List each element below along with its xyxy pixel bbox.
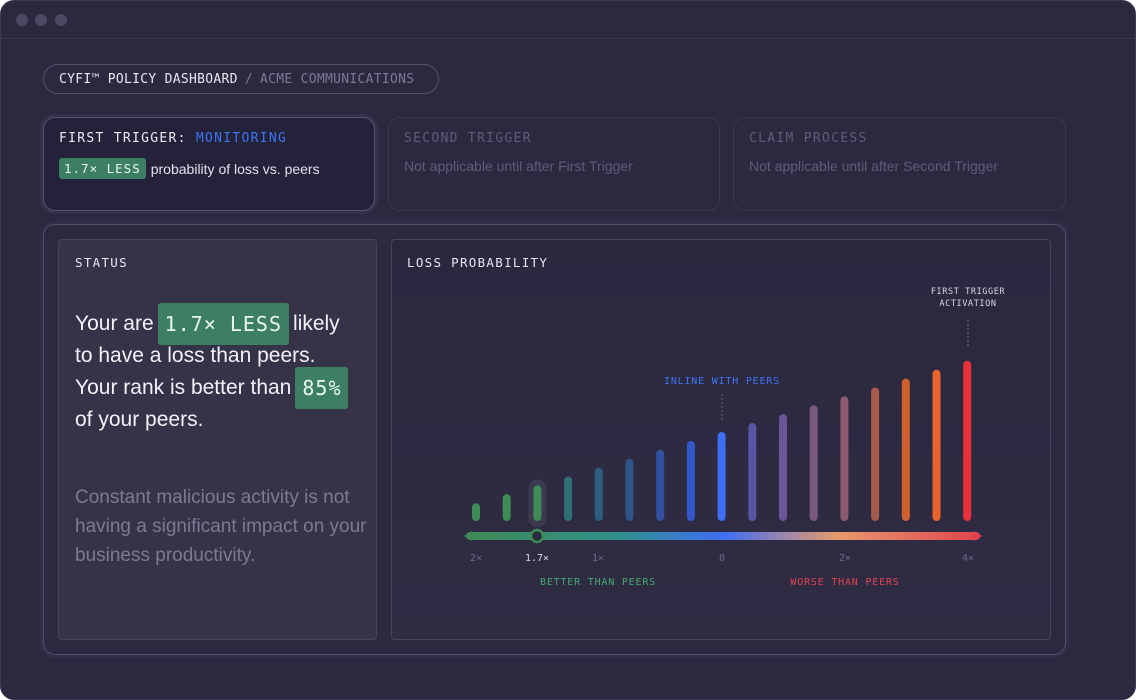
loss-probability-chart: 2× 1.7× 1× 0 2× 4× INLINE WITH PEERS FIRST TR… [464, 287, 1006, 588]
axis-tick-label: 4× [962, 553, 974, 564]
claim-process-card[interactable]: CLAIM PROCESS Not applicable until after… [733, 117, 1066, 211]
status-panel: STATUS Your are 1.7× LESS likely to have… [58, 239, 377, 640]
app-window: CYFI™ POLICY DASHBOARD / ACME COMMUNICAT… [0, 0, 1136, 700]
axis-left-arrow [464, 531, 472, 541]
rank-percent-badge: 85% [295, 367, 349, 409]
chart-bar [779, 414, 787, 521]
breadcrumb-separator: / [244, 71, 253, 87]
chart-bar [502, 494, 511, 521]
first-trigger-status: MONITORING [195, 131, 288, 146]
status-line3-pre: Your rank is better than [75, 376, 292, 399]
claim-process-title: CLAIM PROCESS [749, 131, 868, 146]
second-trigger-card[interactable]: SECOND TRIGGER Not applicable until afte… [388, 117, 720, 211]
status-line1-pre: Your are [75, 312, 154, 335]
activation-label: ACTIVATION [939, 299, 996, 309]
chart-bar [963, 360, 972, 521]
axis-ticks: 2× 1.7× 1× 0 2× 4× [470, 553, 974, 564]
first-trigger-title: FIRST TRIGGER: MONITORING [59, 131, 359, 146]
first-trigger-label: FIRST TRIGGER: [59, 131, 187, 146]
window-titlebar [1, 1, 1135, 39]
breadcrumb: CYFI™ POLICY DASHBOARD / ACME COMMUNICAT… [43, 64, 439, 94]
axis-right-arrow [974, 531, 982, 541]
chart-axis [464, 528, 982, 544]
status-title: STATUS [75, 255, 128, 270]
breadcrumb-company: ACME COMMUNICATIONS [259, 71, 415, 87]
status-note: Constant malicious activity is not havin… [75, 487, 367, 566]
axis-tick-label: 1× [592, 553, 604, 564]
status-summary: Your are 1.7× LESS likely to have a loss… [75, 303, 375, 436]
chart-bar [901, 378, 910, 521]
window-minimize-button[interactable] [35, 14, 47, 26]
chart-bar [932, 369, 941, 521]
chart-bar [809, 405, 818, 521]
first-trigger-label: FIRST TRIGGER [931, 287, 1006, 297]
chart-bar [533, 485, 542, 521]
current-position-marker [529, 528, 545, 544]
chart-bar [717, 432, 726, 521]
axis-tick-label: 1.7× [525, 553, 549, 564]
claim-process-body: Not applicable until after Second Trigge… [749, 158, 999, 174]
less-probability-badge: 1.7× LESS [59, 158, 146, 179]
second-trigger-title: SECOND TRIGGER [404, 131, 532, 146]
window-maximize-button[interactable] [55, 14, 67, 26]
chart-bar [594, 467, 603, 521]
axis-tick-label: 2× [839, 553, 851, 564]
chart-bar [871, 387, 880, 521]
better-than-peers-label: BETTER THAN PEERS [540, 577, 656, 588]
chart-bar [564, 476, 573, 521]
chart-bar [686, 440, 695, 521]
first-trigger-body: 1.7× LESS probability of loss vs. peers [59, 158, 359, 179]
axis-tick-label: 2× [470, 553, 482, 564]
breadcrumb-dashboard[interactable]: CYFI™ POLICY DASHBOARD [59, 72, 238, 87]
worse-than-peers-label: WORSE THAN PEERS [790, 577, 899, 588]
inline-with-peers-label: INLINE WITH PEERS [664, 376, 780, 387]
chart-bar [625, 458, 634, 521]
chart-bar [656, 449, 665, 521]
chart-bar [748, 423, 757, 521]
first-trigger-card[interactable]: FIRST TRIGGER: MONITORING 1.7× LESS prob… [43, 117, 375, 211]
second-trigger-body: Not applicable until after First Trigger [404, 158, 633, 174]
first-trigger-description: probability of loss vs. peers [150, 160, 320, 177]
status-line1-post: likely [293, 312, 340, 335]
axis-tick-label: 0 [719, 553, 725, 564]
chart-bar [840, 396, 849, 521]
loss-probability-panel: LOSS PROBABILITY 2× 1.7× 1× 0 2× 4× INLI… [391, 239, 1051, 640]
status-line4: of your peers. [75, 408, 204, 431]
chart-bar [472, 503, 480, 521]
status-line2: to have a loss than peers. [75, 344, 316, 367]
window-close-button[interactable] [16, 14, 28, 26]
less-likely-badge: 1.7× LESS [157, 303, 289, 345]
